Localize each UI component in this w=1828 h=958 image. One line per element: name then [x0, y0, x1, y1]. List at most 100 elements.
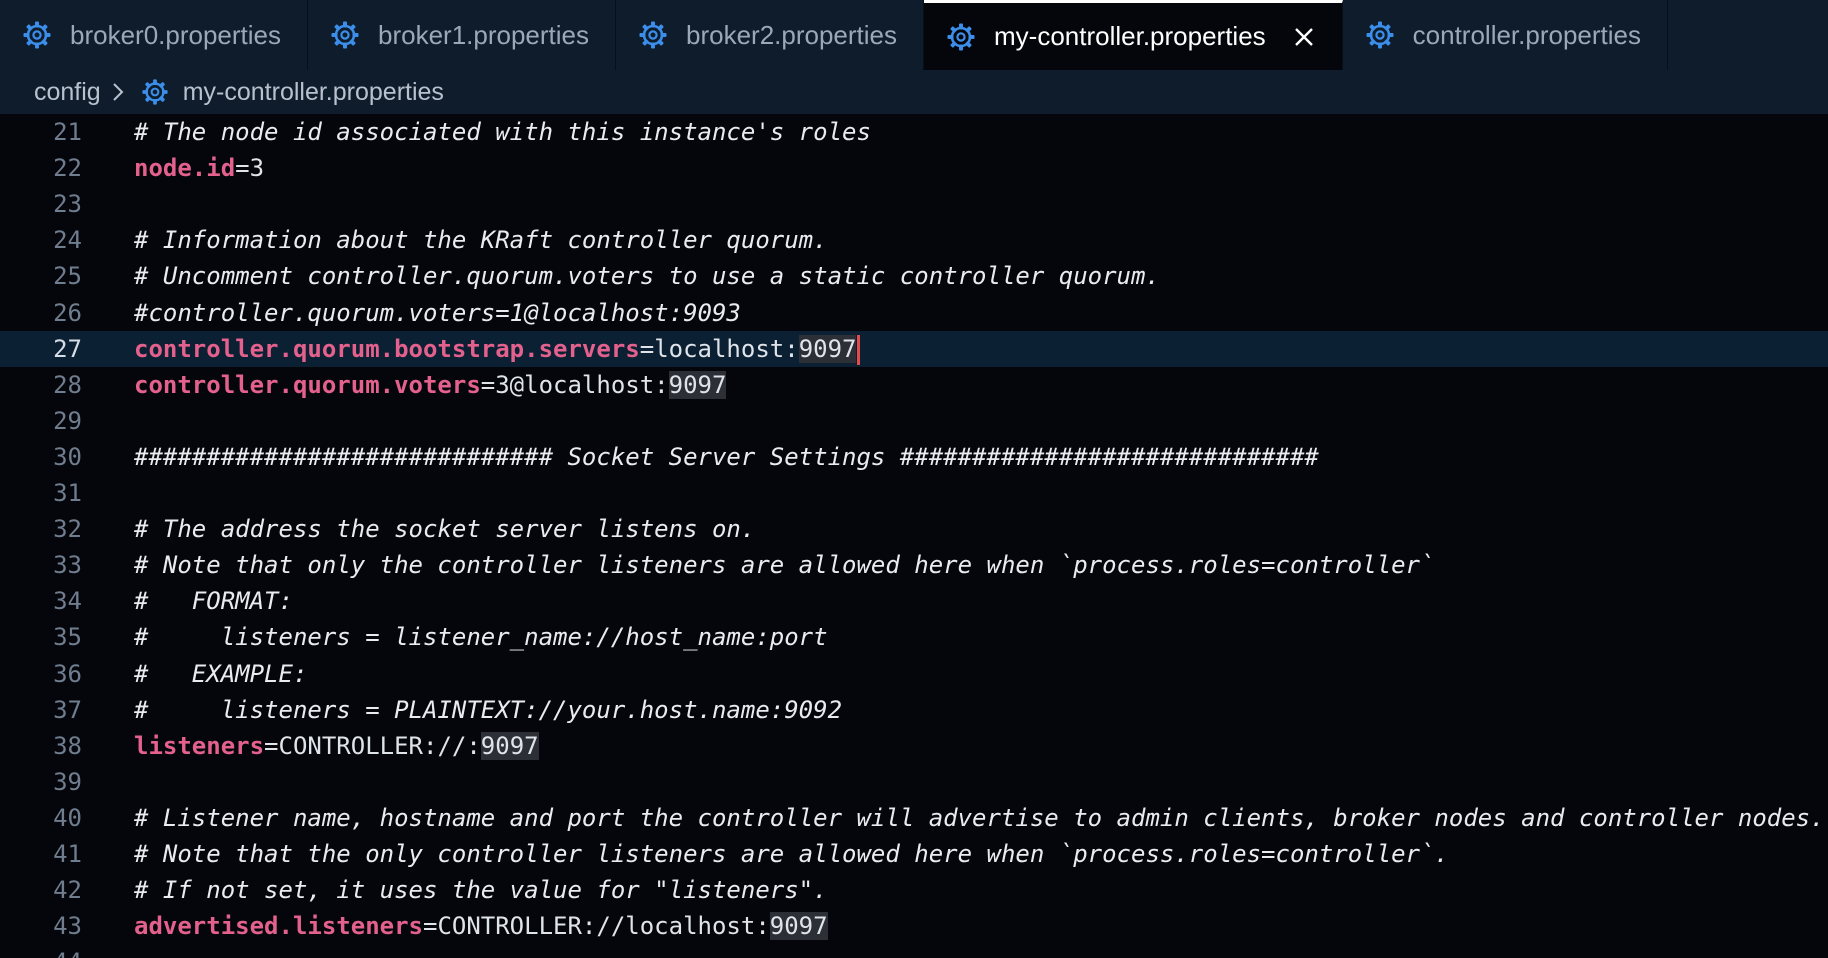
gear-icon: [946, 22, 976, 52]
equals-sign: =: [264, 732, 279, 760]
comment-text: # FORMAT:: [134, 587, 293, 615]
code-line[interactable]: 37 # listeners = PLAINTEXT://your.host.na…: [0, 692, 1828, 728]
close-icon[interactable]: [1292, 25, 1316, 49]
code-line[interactable]: 40 # Listener name, hostname and port the…: [0, 800, 1828, 836]
code-text: listeners=CONTROLLER://:9097: [134, 728, 539, 764]
code-line[interactable]: 34 # FORMAT:: [0, 583, 1828, 619]
breadcrumb-file[interactable]: my-controller.properties: [183, 78, 444, 107]
text-cursor: [857, 335, 861, 365]
code-text: # If not set, it uses the value for "lis…: [134, 872, 828, 908]
line-number: 36: [53, 660, 82, 688]
comment-text: # listeners = listener_name://host_name:…: [134, 623, 828, 651]
property-value: localhost:: [654, 335, 799, 363]
code-line[interactable]: 43 advertised.listeners=CONTROLLER://loca…: [0, 908, 1828, 944]
gear-icon: [1365, 20, 1395, 50]
code-line[interactable]: 26 #controller.quorum.voters=1@localhost:…: [0, 295, 1828, 331]
code-line[interactable]: 22 node.id=3: [0, 150, 1828, 186]
property-key: controller.quorum.voters: [134, 371, 481, 399]
property-key: controller.quorum.bootstrap.servers: [134, 335, 640, 363]
line-number: 22: [53, 154, 82, 182]
line-number: 37: [53, 696, 82, 724]
code-editor[interactable]: 21 # The node id associated with this ins…: [0, 114, 1828, 958]
port-value-highlight: 9097: [480, 732, 539, 760]
code-line[interactable]: 33 # Note that only the controller listen…: [0, 547, 1828, 583]
tab-broker1-properties[interactable]: broker1.properties: [308, 0, 616, 70]
property-key: listeners: [134, 732, 265, 760]
code-line[interactable]: 44: [0, 944, 1828, 958]
code-text: ############################# Socket Ser…: [134, 439, 1319, 475]
code-line[interactable]: 24 # Information about the KRaft controll…: [0, 222, 1828, 258]
line-number: 44: [0, 944, 82, 958]
editor-tab-bar: broker0.properties broker1.properties brok…: [0, 0, 1828, 70]
chevron-right-icon: [109, 81, 127, 103]
code-text: controller.quorum.bootstrap.servers=loca…: [134, 331, 861, 367]
code-text: # EXAMPLE:: [134, 656, 307, 692]
property-key: node.id: [134, 154, 236, 182]
code-text: #controller.quorum.voters=1@localhost:90…: [134, 295, 741, 331]
line-number: 21: [53, 118, 82, 146]
tab-my-controller-properties[interactable]: my-controller.properties: [924, 0, 1343, 70]
tab-label: controller.properties: [1412, 19, 1641, 50]
port-value-highlight: 9097: [798, 335, 857, 363]
tab-broker2-properties[interactable]: broker2.properties: [616, 0, 924, 70]
tab-controller-properties[interactable]: controller.properties: [1343, 0, 1668, 70]
code-text: # The node id associated with this insta…: [134, 114, 871, 150]
equals-sign: =: [422, 912, 438, 940]
code-line[interactable]: 42 # If not set, it uses the value for "l…: [0, 872, 1828, 908]
code-line[interactable]: 39: [0, 764, 1828, 800]
comment-text: # Information about the KRaft controller…: [134, 226, 828, 254]
line-number: 23: [53, 190, 82, 218]
gear-icon: [22, 20, 52, 50]
code-text: # Note that the only controller listener…: [134, 836, 1449, 872]
comment-text: ############################# Socket Ser…: [134, 443, 1319, 471]
comment-text: # listeners = PLAINTEXT://your.host.name…: [134, 696, 843, 724]
code-line[interactable]: 38 listeners=CONTROLLER://:9097: [0, 728, 1828, 764]
property-value: CONTROLLER://localhost:: [437, 912, 770, 940]
property-value: 3@localhost:: [495, 371, 669, 399]
code-text: advertised.listeners=CONTROLLER://localh…: [134, 908, 828, 944]
line-number: 24: [53, 226, 82, 254]
line-number: 42: [53, 876, 82, 904]
code-line[interactable]: 29: [0, 403, 1828, 439]
gear-icon: [141, 78, 169, 106]
property-value: CONTROLLER://:: [278, 732, 481, 760]
code-line[interactable]: 23: [0, 186, 1828, 222]
port-value-highlight: 9097: [769, 912, 828, 940]
line-number: 41: [53, 840, 82, 868]
line-number: 38: [53, 732, 82, 760]
code-text: controller.quorum.voters=3@localhost:909…: [134, 367, 727, 403]
code-line[interactable]: 30 ############################# Socket S…: [0, 439, 1828, 475]
code-text: # listeners = PLAINTEXT://your.host.name…: [134, 692, 842, 728]
tab-broker0-properties[interactable]: broker0.properties: [0, 0, 308, 70]
line-number: 26: [53, 299, 82, 327]
comment-text: # Uncomment controller.quorum.voters to …: [134, 262, 1160, 290]
line-number: 31: [53, 479, 82, 507]
line-number: 28: [53, 371, 82, 399]
line-number: 29: [53, 407, 82, 435]
line-number: 33: [53, 551, 82, 579]
code-line[interactable]: 28 controller.quorum.voters=3@localhost:9…: [0, 367, 1828, 403]
equals-sign: =: [235, 154, 250, 182]
comment-text: # Listener name, hostname and port the c…: [134, 804, 1825, 832]
comment-text: # The node id associated with this insta…: [134, 118, 871, 146]
code-line[interactable]: 27 controller.quorum.bootstrap.servers=lo…: [0, 331, 1828, 367]
breadcrumb-folder[interactable]: config: [34, 78, 101, 107]
code-line[interactable]: 32 # The address the socket server listen…: [0, 511, 1828, 547]
code-line[interactable]: 35 # listeners = listener_name://host_nam…: [0, 619, 1828, 655]
code-line[interactable]: 41 # Note that the only controller listen…: [0, 836, 1828, 872]
line-number: 40: [53, 804, 82, 832]
code-text: # Listener name, hostname and port the c…: [134, 800, 1825, 836]
code-line[interactable]: 21 # The node id associated with this ins…: [0, 114, 1828, 150]
line-number: 34: [53, 587, 82, 615]
line-number: 25: [53, 262, 82, 290]
gear-icon: [330, 20, 360, 50]
code-line[interactable]: 25 # Uncomment controller.quorum.voters t…: [0, 258, 1828, 294]
port-value-highlight: 9097: [668, 371, 727, 399]
comment-text: # Note that the only controller listener…: [134, 840, 1449, 868]
comment-text: #controller.quorum.voters=1@localhost:90…: [134, 299, 741, 327]
line-number: 35: [53, 623, 82, 651]
code-line[interactable]: 31: [0, 475, 1828, 511]
comment-text: # Note that only the controller listener…: [134, 551, 1435, 579]
line-number: 32: [53, 515, 82, 543]
code-line[interactable]: 36 # EXAMPLE:: [0, 656, 1828, 692]
